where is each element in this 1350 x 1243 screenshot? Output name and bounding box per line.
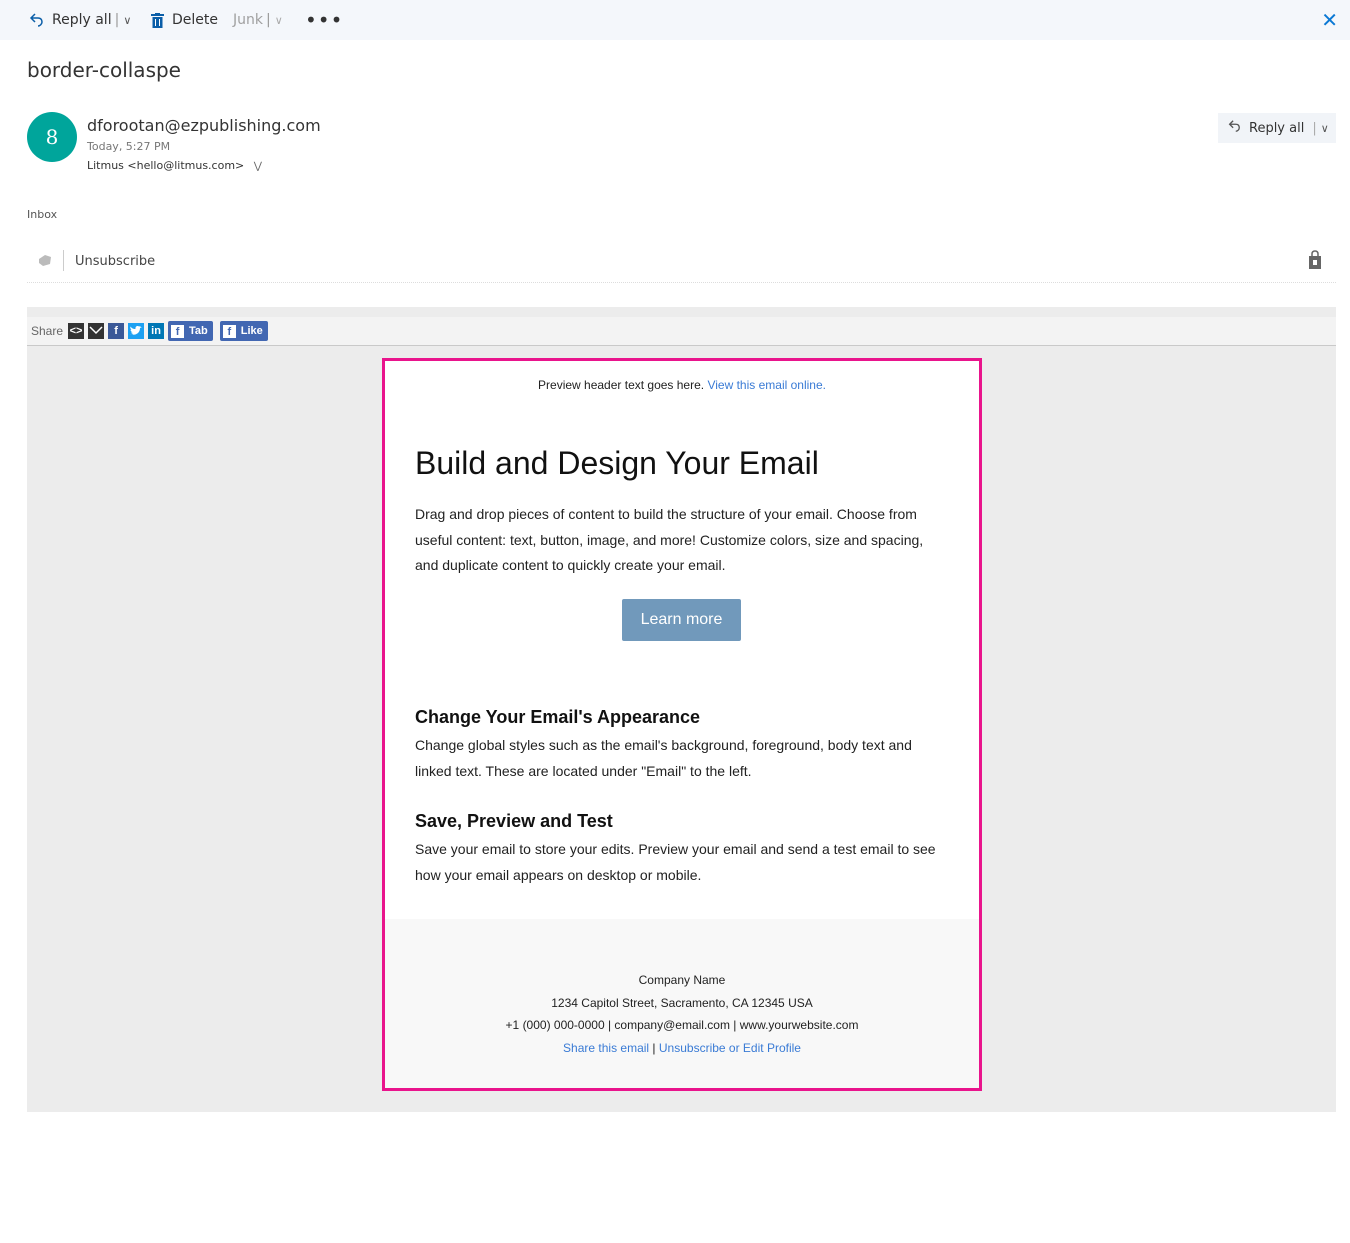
message-body: Share <> f in f Tab f Like Preview heade… bbox=[27, 307, 1336, 1112]
junk-button[interactable]: Junk | ∨ bbox=[233, 0, 283, 40]
share-email-link[interactable]: Share this email bbox=[563, 1041, 649, 1055]
share-label: Share bbox=[31, 324, 64, 338]
footer-links: Share this email | Unsubscribe or Edit P… bbox=[563, 1041, 801, 1055]
store-icon[interactable] bbox=[1308, 250, 1322, 270]
delete-button[interactable]: Delete bbox=[151, 0, 218, 40]
share-bar: Share <> f in f Tab f Like bbox=[27, 317, 1336, 346]
reply-all-icon bbox=[28, 12, 44, 28]
reply-all-icon bbox=[1227, 119, 1241, 137]
section-save-text: Save your email to store your edits. Pre… bbox=[415, 841, 936, 883]
expand-recipients-icon[interactable]: ⋁ bbox=[254, 161, 262, 172]
section-appearance-title: Change Your Email's Appearance bbox=[415, 707, 701, 727]
junk-label: Junk bbox=[233, 12, 263, 28]
view-online-link[interactable]: View this email online. bbox=[707, 378, 826, 392]
preheader-text: Preview header text goes here. bbox=[538, 378, 705, 392]
email-content: Preview header text goes here. View this… bbox=[382, 358, 982, 1091]
preheader: Preview header text goes here. View this… bbox=[385, 378, 979, 392]
unsubscribe-icon bbox=[39, 255, 51, 266]
linkedin-icon[interactable]: in bbox=[148, 323, 165, 339]
avatar[interactable]: 8 bbox=[27, 112, 77, 162]
learn-more-button[interactable]: Learn more bbox=[622, 599, 741, 641]
reply-all-message-label: Reply all bbox=[1249, 120, 1305, 136]
close-icon[interactable]: ✕ bbox=[1321, 8, 1338, 32]
reply-all-label: Reply all bbox=[52, 12, 112, 28]
tab-label: Tab bbox=[189, 325, 208, 337]
footer-address: 1234 Capitol Street, Sacramento, CA 1234… bbox=[551, 996, 813, 1010]
email-footer: Company Name 1234 Capitol Street, Sacram… bbox=[385, 919, 979, 1088]
unsubscribe-edit-profile-link[interactable]: Unsubscribe or Edit Profile bbox=[659, 1041, 801, 1055]
recipient-line: Litmus <hello@litmus.com> ⋁ bbox=[87, 159, 262, 172]
facebook-icon: f bbox=[171, 324, 185, 338]
reply-all-button[interactable]: Reply all | ∨ bbox=[28, 0, 131, 40]
sender-address[interactable]: dforootan@ezpublishing.com bbox=[87, 116, 321, 135]
facebook-like-button[interactable]: f Like bbox=[219, 321, 268, 341]
footer-contact: +1 (000) 000-0000 | company@email.com | … bbox=[505, 1018, 859, 1032]
section-appearance-text: Change global styles such as the email's… bbox=[415, 737, 912, 779]
embed-code-icon[interactable]: <> bbox=[68, 323, 85, 339]
facebook-icon[interactable]: f bbox=[108, 323, 125, 339]
section-save-title: Save, Preview and Test bbox=[415, 811, 613, 831]
unsubscribe-link[interactable]: Unsubscribe bbox=[75, 254, 155, 269]
facebook-tab-button[interactable]: f Tab bbox=[168, 321, 213, 341]
email-heading: Build and Design Your Email bbox=[415, 445, 819, 481]
reply-dropdown-chevron-icon[interactable]: ∨ bbox=[123, 14, 131, 27]
sent-time: Today, 5:27 PM bbox=[87, 140, 171, 153]
footer-company: Company Name bbox=[638, 973, 726, 987]
intro-paragraph: Drag and drop pieces of content to build… bbox=[415, 506, 924, 573]
junk-dropdown-chevron-icon[interactable]: ∨ bbox=[275, 14, 283, 27]
trash-icon bbox=[151, 12, 164, 28]
more-actions-button[interactable]: ••• bbox=[305, 0, 343, 40]
reply-all-message-button[interactable]: Reply all | ∨ bbox=[1218, 113, 1336, 143]
twitter-icon[interactable] bbox=[128, 323, 145, 339]
more-icon: ••• bbox=[305, 8, 344, 32]
folder-label[interactable]: Inbox bbox=[27, 208, 57, 221]
recipient[interactable]: Litmus <hello@litmus.com> bbox=[87, 159, 244, 172]
facebook-icon: f bbox=[222, 324, 236, 338]
delete-label: Delete bbox=[172, 12, 218, 28]
unsubscribe-bar: Unsubscribe bbox=[27, 240, 1336, 283]
like-label: Like bbox=[240, 325, 263, 337]
command-bar: Reply all | ∨ Delete Junk | ∨ ••• ✕ bbox=[0, 0, 1350, 40]
message-subject: border-collaspe bbox=[27, 58, 181, 82]
email-share-icon[interactable] bbox=[88, 323, 105, 339]
reply-options-chevron-icon[interactable]: ∨ bbox=[1321, 122, 1329, 135]
